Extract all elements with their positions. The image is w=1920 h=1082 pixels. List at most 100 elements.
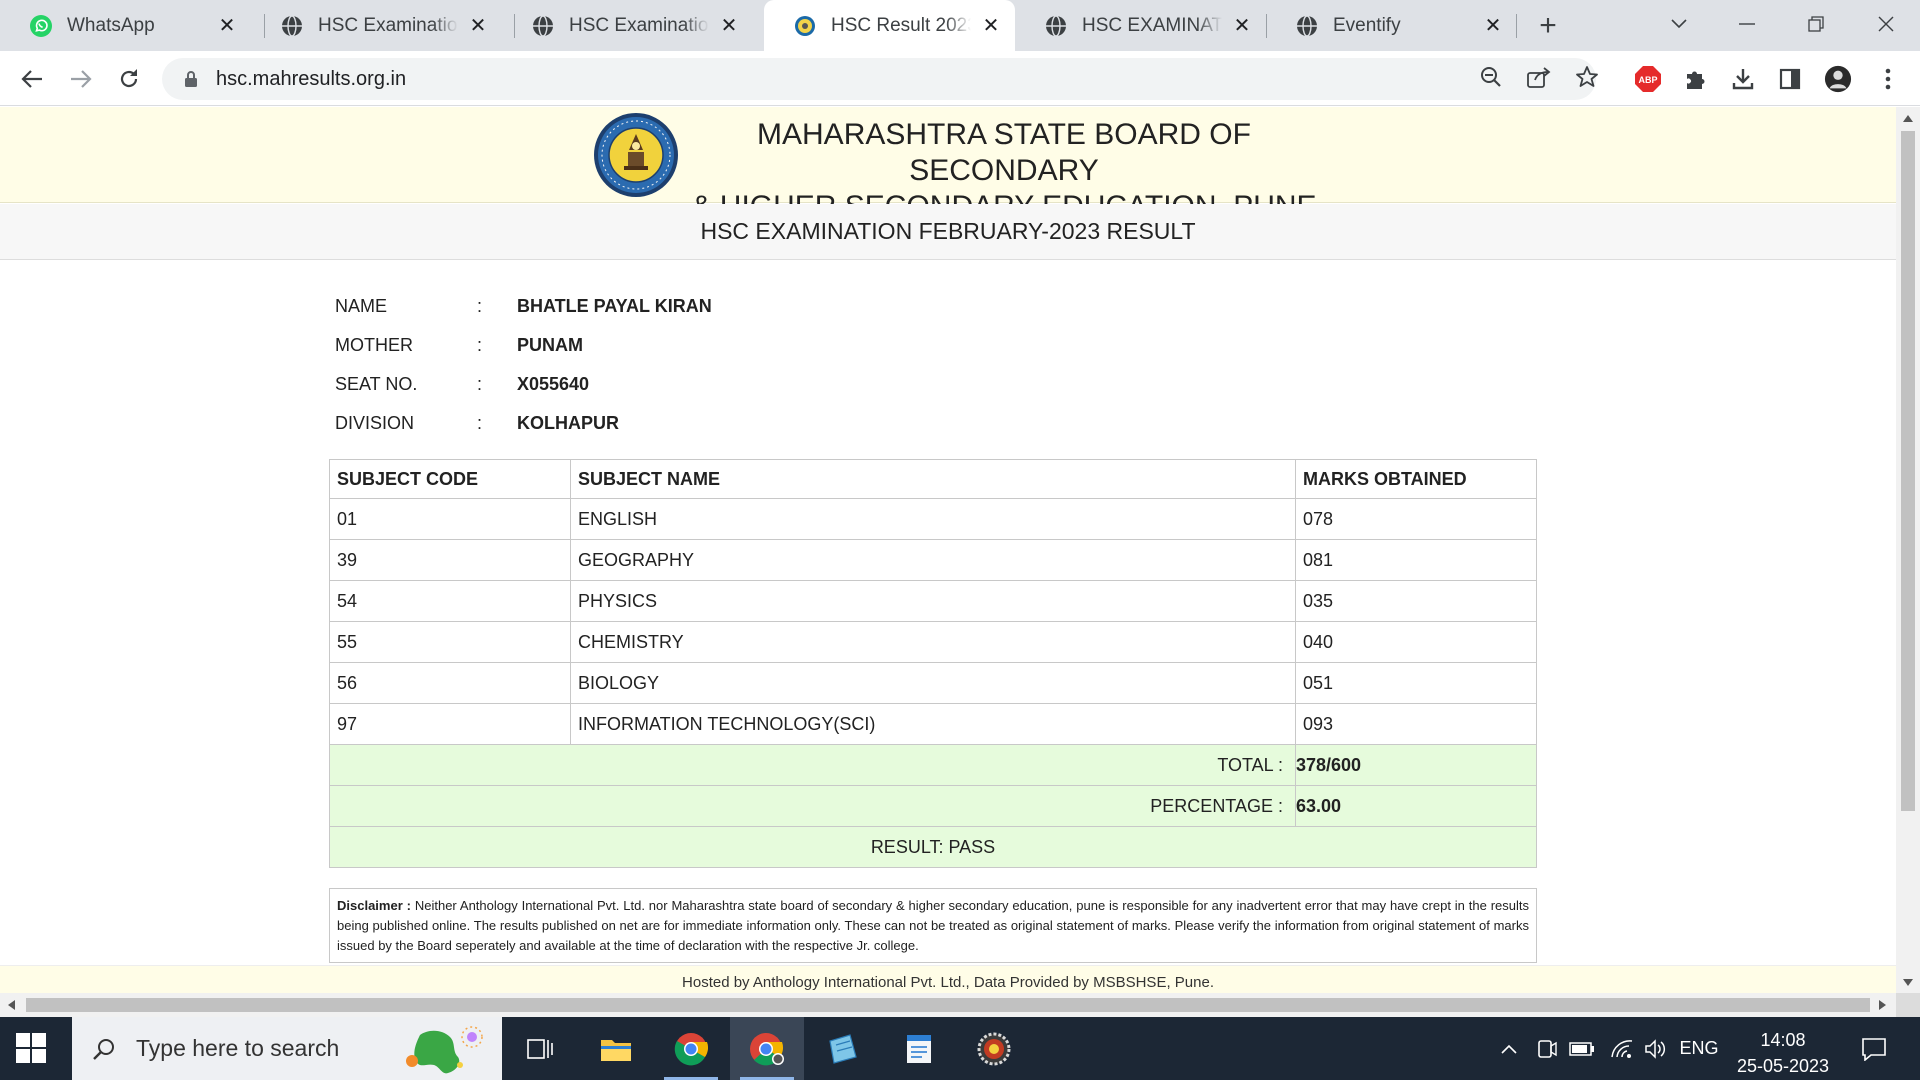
notifications-icon[interactable]	[1854, 1017, 1894, 1080]
page-viewport: MAHARASHTRA STATE BOARD OF SECONDARY & H…	[0, 107, 1896, 993]
column-header-subject-code: SUBJECT CODE	[329, 459, 571, 499]
tab-search-chevron-icon[interactable]	[1659, 8, 1699, 40]
detail-separator: :	[477, 413, 483, 433]
restore-button[interactable]	[1796, 8, 1836, 40]
close-icon[interactable]: ✕	[717, 14, 741, 38]
task-view-icon[interactable]	[503, 1017, 577, 1080]
marks-cell: 093	[1295, 703, 1537, 745]
meet-now-icon[interactable]	[1532, 1017, 1560, 1080]
subject-code-cell: 56	[329, 662, 571, 704]
settings-gear-app-icon[interactable]	[957, 1017, 1031, 1080]
battery-icon[interactable]	[1566, 1017, 1598, 1080]
scroll-up-arrow-icon[interactable]	[1903, 115, 1913, 122]
file-explorer-icon[interactable]	[579, 1017, 653, 1080]
close-icon[interactable]: ✕	[979, 14, 1003, 38]
minimize-button[interactable]	[1727, 8, 1767, 40]
tab-title: Eventify	[1333, 14, 1401, 36]
close-window-button[interactable]	[1866, 8, 1906, 40]
subject-name-cell: BIOLOGY	[570, 662, 1296, 704]
tab-divider	[1516, 14, 1517, 38]
clock-time: 14:08	[1760, 1030, 1806, 1050]
input-language[interactable]: ENG	[1678, 1017, 1720, 1080]
download-icon[interactable]	[1729, 65, 1757, 93]
side-panel-icon[interactable]	[1776, 65, 1804, 93]
horizontal-scrollbar[interactable]	[0, 993, 1896, 1017]
tab-title: HSC Examination Fe	[318, 14, 458, 36]
adblock-plus-icon[interactable]: ABP	[1634, 65, 1662, 93]
show-hidden-icons-chevron[interactable]	[1494, 1017, 1524, 1080]
board-title-line1: MAHARASHTRA STATE BOARD OF SECONDARY	[757, 118, 1251, 187]
detail-separator: :	[477, 374, 483, 394]
disclaimer-label: Disclaimer :	[337, 898, 411, 913]
subject-name-cell: PHYSICS	[570, 580, 1296, 622]
wifi-icon[interactable]	[1606, 1017, 1638, 1080]
scrollbar-corner	[1896, 993, 1920, 1017]
table-row: 55 CHEMISTRY 040	[329, 621, 1537, 663]
extensions-puzzle-icon[interactable]	[1682, 65, 1710, 93]
globe-icon	[1044, 14, 1068, 38]
document-app-icon[interactable]	[882, 1017, 956, 1080]
reload-button[interactable]	[113, 63, 145, 95]
scroll-right-arrow-icon[interactable]	[1879, 1000, 1886, 1010]
tab-hsc-result-2023[interactable]: HSC Result 2023 ✕	[764, 0, 1015, 51]
marks-cell: 051	[1295, 662, 1537, 704]
forward-button[interactable]	[65, 63, 97, 95]
subject-code-cell: 54	[329, 580, 571, 622]
share-icon[interactable]	[1526, 64, 1552, 90]
taskbar-search-box[interactable]: Type here to search	[72, 1017, 502, 1080]
column-header-subject-name: SUBJECT NAME	[570, 459, 1296, 499]
lock-icon[interactable]	[182, 70, 200, 88]
tab-hsc-examination-2[interactable]: HSC Examination Fe ✕	[502, 0, 753, 51]
tab-eventify[interactable]: Eventify ✕	[1266, 0, 1517, 51]
abp-label: ABP	[1638, 75, 1657, 85]
search-placeholder: Type here to search	[136, 1035, 340, 1061]
subject-code-cell: 55	[329, 621, 571, 663]
total-row: TOTAL : 378/600	[329, 744, 1537, 786]
site-footer: Hosted by Anthology International Pvt. L…	[0, 965, 1896, 993]
close-icon[interactable]: ✕	[466, 14, 490, 38]
chrome-icon[interactable]	[654, 1017, 728, 1080]
marks-cell: 081	[1295, 539, 1537, 581]
tab-hsc-examination-1[interactable]: HSC Examination Fe ✕	[251, 0, 502, 51]
column-header-marks-obtained: MARKS OBTAINED	[1295, 459, 1537, 499]
disclaimer-text: Neither Anthology International Pvt. Ltd…	[337, 898, 1530, 953]
horizontal-scroll-thumb[interactable]	[26, 998, 1870, 1012]
scroll-down-arrow-icon[interactable]	[1903, 979, 1913, 986]
notepad-icon[interactable]	[806, 1017, 880, 1080]
new-tab-button[interactable]: +	[1532, 9, 1564, 42]
windows-start-icon[interactable]	[16, 1033, 46, 1063]
volume-icon[interactable]	[1640, 1017, 1672, 1080]
back-button[interactable]	[16, 63, 48, 95]
detail-label: SEAT NO.	[335, 374, 418, 394]
address-bar[interactable]: hsc.mahresults.org.in	[162, 58, 1596, 100]
close-icon[interactable]: ✕	[1481, 14, 1505, 38]
scroll-left-arrow-icon[interactable]	[8, 1000, 15, 1010]
detail-row-name: NAME : BHATLE PAYAL KIRAN	[335, 287, 712, 326]
browser-menu-icon[interactable]	[1874, 65, 1902, 93]
detail-row-division: DIVISION : KOLHAPUR	[335, 404, 712, 443]
subject-name-cell: ENGLISH	[570, 498, 1296, 540]
tab-title: HSC Examination Fe	[569, 14, 709, 36]
profile-avatar[interactable]	[1824, 65, 1852, 93]
board-logo-icon	[793, 14, 817, 38]
taskbar-clock[interactable]: 14:08 25-05-2023	[1724, 1027, 1842, 1079]
bookmark-star-icon[interactable]	[1574, 64, 1600, 90]
marks-cell: 078	[1295, 498, 1537, 540]
vertical-scroll-thumb[interactable]	[1901, 131, 1915, 811]
board-logo	[593, 112, 679, 198]
site-header: MAHARASHTRA STATE BOARD OF SECONDARY & H…	[0, 107, 1896, 223]
tab-whatsapp[interactable]: WhatsApp ✕	[0, 0, 251, 51]
chrome-profile-icon[interactable]	[730, 1017, 804, 1080]
close-icon[interactable]: ✕	[1230, 14, 1254, 38]
close-icon[interactable]: ✕	[215, 14, 239, 38]
url-text[interactable]: hsc.mahresults.org.in	[216, 68, 406, 91]
tab-hsc-examination-3[interactable]: HSC EXAMINATION ✕	[1015, 0, 1266, 51]
search-icon	[90, 1035, 118, 1063]
vertical-scrollbar[interactable]	[1896, 107, 1920, 993]
zoom-out-icon[interactable]	[1478, 64, 1504, 90]
detail-label: MOTHER	[335, 335, 413, 355]
table-row: 97 INFORMATION TECHNOLOGY(SCI) 093	[329, 703, 1537, 745]
detail-value: PUNAM	[517, 335, 583, 355]
marks-cell: 035	[1295, 580, 1537, 622]
whatsapp-icon	[29, 14, 53, 38]
